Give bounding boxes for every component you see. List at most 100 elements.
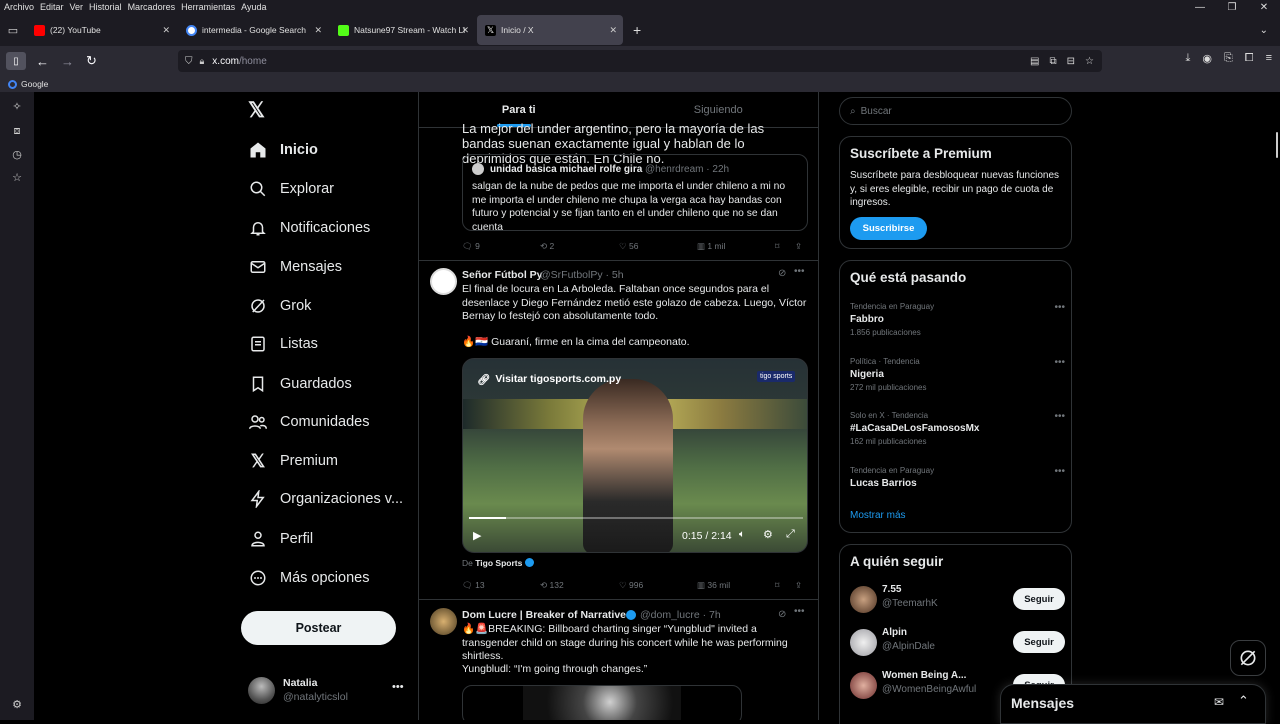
nav-explorar[interactable]: Explorar (248, 171, 334, 207)
quote-tweet[interactable]: unidad basica michael rolfe gira @henrdr… (462, 154, 808, 233)
extensions-icon[interactable]: ⎘ (1224, 52, 1233, 65)
repost-button[interactable]: ⟲ 2 (540, 241, 554, 252)
close-tab-icon[interactable]: ✕ (162, 25, 170, 36)
more-dots-icon[interactable]: ••• (1054, 411, 1065, 422)
expand-icon[interactable]: ⌃ (1238, 693, 1249, 709)
account-switcher[interactable]: Natalia @natalyticslol ••• (248, 675, 408, 709)
follow-button[interactable]: Seguir (1013, 588, 1065, 610)
tab-x-home[interactable]: 𝕏 Inicio / X ✕ (477, 15, 623, 45)
tracking-shield-icon[interactable]: ⛉ (185, 56, 193, 67)
nav-listas[interactable]: Listas (248, 326, 318, 362)
account-icon[interactable]: ◉ (1202, 52, 1212, 65)
messages-drawer[interactable]: Mensajes ✉ ⌃ (1000, 684, 1266, 724)
fullscreen-icon[interactable]: ⤢ (786, 528, 795, 541)
nav-mas-opciones[interactable]: Más opciones (248, 560, 369, 596)
trend-item[interactable]: Política · Tendencia Nigeria 272 mil pub… (850, 357, 1065, 392)
subscribe-button[interactable]: Suscribirse (850, 217, 927, 240)
avatar[interactable] (430, 268, 457, 295)
video-progress-track[interactable] (469, 517, 803, 519)
share-icon[interactable]: ⇪ (795, 580, 802, 591)
reader-view-icon[interactable]: ▤ (1030, 56, 1039, 67)
tab-google-search[interactable]: intermedia - Google Search ✕ (178, 15, 328, 45)
tweet-author[interactable]: Señor Fútbol Py (462, 269, 543, 281)
close-tab-icon[interactable]: ✕ (314, 25, 322, 36)
sidebar-toggle-icon[interactable]: ▯ (6, 52, 26, 70)
grok-icon[interactable]: ⊘ (778, 268, 786, 279)
avatar[interactable] (430, 608, 457, 635)
new-message-icon[interactable]: ✉ (1214, 695, 1224, 709)
menu-archivo[interactable]: Archivo (4, 2, 34, 12)
more-dots-icon[interactable]: ••• (1054, 357, 1065, 368)
video-player[interactable]: 🔗︎ Visitar tigosports.com.py tigo sports… (462, 358, 808, 553)
reply-button[interactable]: 🗨︎ 9 (462, 241, 480, 252)
more-dots-icon[interactable]: ••• (794, 606, 805, 617)
reply-button[interactable]: 🗨︎ 13 (462, 580, 485, 591)
ai-chatbot-icon[interactable]: ✧ (10, 100, 24, 114)
more-dots-icon[interactable]: ••• (1054, 302, 1065, 313)
menu-icon[interactable]: ≡ (1266, 52, 1272, 65)
tab-kick-stream[interactable]: Natsune97 Stream - Watch Live ✕ (330, 15, 475, 45)
search-input[interactable]: Buscar (861, 106, 892, 117)
play-icon[interactable]: ▶ (473, 529, 481, 542)
more-dots-icon[interactable]: ••• (1054, 466, 1065, 477)
bookmarks-icon[interactable]: ☆ (10, 171, 24, 185)
forward-icon[interactable]: → (61, 54, 74, 69)
follow-suggestion[interactable]: Alpin @AlpinDale Seguir (850, 626, 1065, 660)
picture-in-picture-icon[interactable]: ⧉ (1050, 56, 1057, 67)
nav-guardados[interactable]: Guardados (248, 366, 352, 402)
nav-organizaciones[interactable]: Organizaciones v... (248, 481, 403, 517)
nav-premium[interactable]: 𝕏 Premium (248, 443, 338, 479)
menu-ver[interactable]: Ver (70, 2, 84, 12)
follow-button[interactable]: Seguir (1013, 631, 1065, 653)
back-icon[interactable]: ← (36, 54, 49, 69)
source-name[interactable]: Tigo Sports (475, 558, 522, 568)
trend-item[interactable]: Tendencia en Paraguay Lucas Barrios ••• (850, 466, 1065, 489)
bookmark-icon[interactable]: ⌑ (775, 241, 779, 252)
new-tab-icon[interactable]: + (633, 22, 641, 38)
views-button[interactable]: ▥ 36 mil (697, 580, 730, 591)
show-more-link[interactable]: Mostrar más (850, 510, 906, 521)
more-dots-icon[interactable]: ••• (794, 266, 805, 277)
tab-youtube[interactable]: (22) YouTube ✕ (26, 15, 176, 45)
menu-herramientas[interactable]: Herramientas (181, 2, 235, 12)
bookmark-star-icon[interactable]: ☆ (1085, 56, 1094, 67)
menu-ayuda[interactable]: Ayuda (241, 2, 266, 12)
settings-icon[interactable]: ⚙ (10, 698, 24, 712)
tweet-author[interactable]: Dom Lucre | Breaker of Narratives (462, 609, 632, 621)
close-tab-icon[interactable]: ✕ (461, 25, 469, 36)
screenshot-icon[interactable]: ⊟ (1067, 56, 1075, 67)
settings-icon[interactable]: ⚙ (763, 528, 773, 541)
tweet-media[interactable] (462, 685, 742, 720)
trend-item[interactable]: Solo en X · Tendencia #LaCasaDeLosFamoso… (850, 411, 1065, 446)
grok-float-button[interactable] (1230, 640, 1266, 676)
nav-notificaciones[interactable]: Notificaciones (248, 210, 370, 246)
nav-comunidades[interactable]: Comunidades (248, 404, 369, 440)
x-logo-icon[interactable]: 𝕏 (248, 100, 268, 122)
nav-mensajes[interactable]: Mensajes (248, 249, 342, 285)
follow-suggestion[interactable]: 7.55 @TeemarhK Seguir (850, 583, 1065, 617)
share-icon[interactable]: ⇪ (795, 241, 802, 252)
synced-tabs-icon[interactable]: ⧈ (10, 124, 24, 138)
volume-icon[interactable]: 🔈︎ (739, 529, 745, 540)
close-tab-icon[interactable]: ✕ (609, 25, 617, 36)
history-icon[interactable]: ◷ (10, 148, 24, 162)
repost-button[interactable]: ⟲ 132 (540, 580, 564, 591)
tab-list-icon[interactable]: ⌄ (1260, 25, 1268, 36)
like-button[interactable]: ♡ 56 (619, 241, 638, 252)
downloads-icon[interactable]: ⤓ (1185, 52, 1190, 65)
trend-item[interactable]: Tendencia en Paraguay Fabbro 1.856 publi… (850, 302, 1065, 337)
menu-editar[interactable]: Editar (40, 2, 64, 12)
more-dots-icon[interactable]: ••• (392, 681, 404, 693)
views-button[interactable]: ▥ 1 mil (697, 241, 725, 252)
menu-marcadores[interactable]: Marcadores (128, 2, 176, 12)
menu-historial[interactable]: Historial (89, 2, 122, 12)
puzzle-icon[interactable]: ⧠ (1245, 52, 1254, 65)
post-button[interactable]: Postear (241, 611, 396, 645)
search-box[interactable]: ⌕ Buscar (839, 97, 1072, 125)
url-bar[interactable]: ⛉ 🔒︎ x.com/home ▤ ⧉ ⊟ ☆ (178, 50, 1102, 72)
tab-overview-icon[interactable]: ▭ (0, 24, 26, 37)
nav-grok[interactable]: Grok (248, 288, 311, 324)
video-link[interactable]: 🔗︎ Visitar tigosports.com.py (477, 369, 621, 389)
scrollbar-thumb[interactable] (1276, 132, 1278, 158)
bookmark-icon[interactable]: ⌑ (775, 580, 779, 591)
